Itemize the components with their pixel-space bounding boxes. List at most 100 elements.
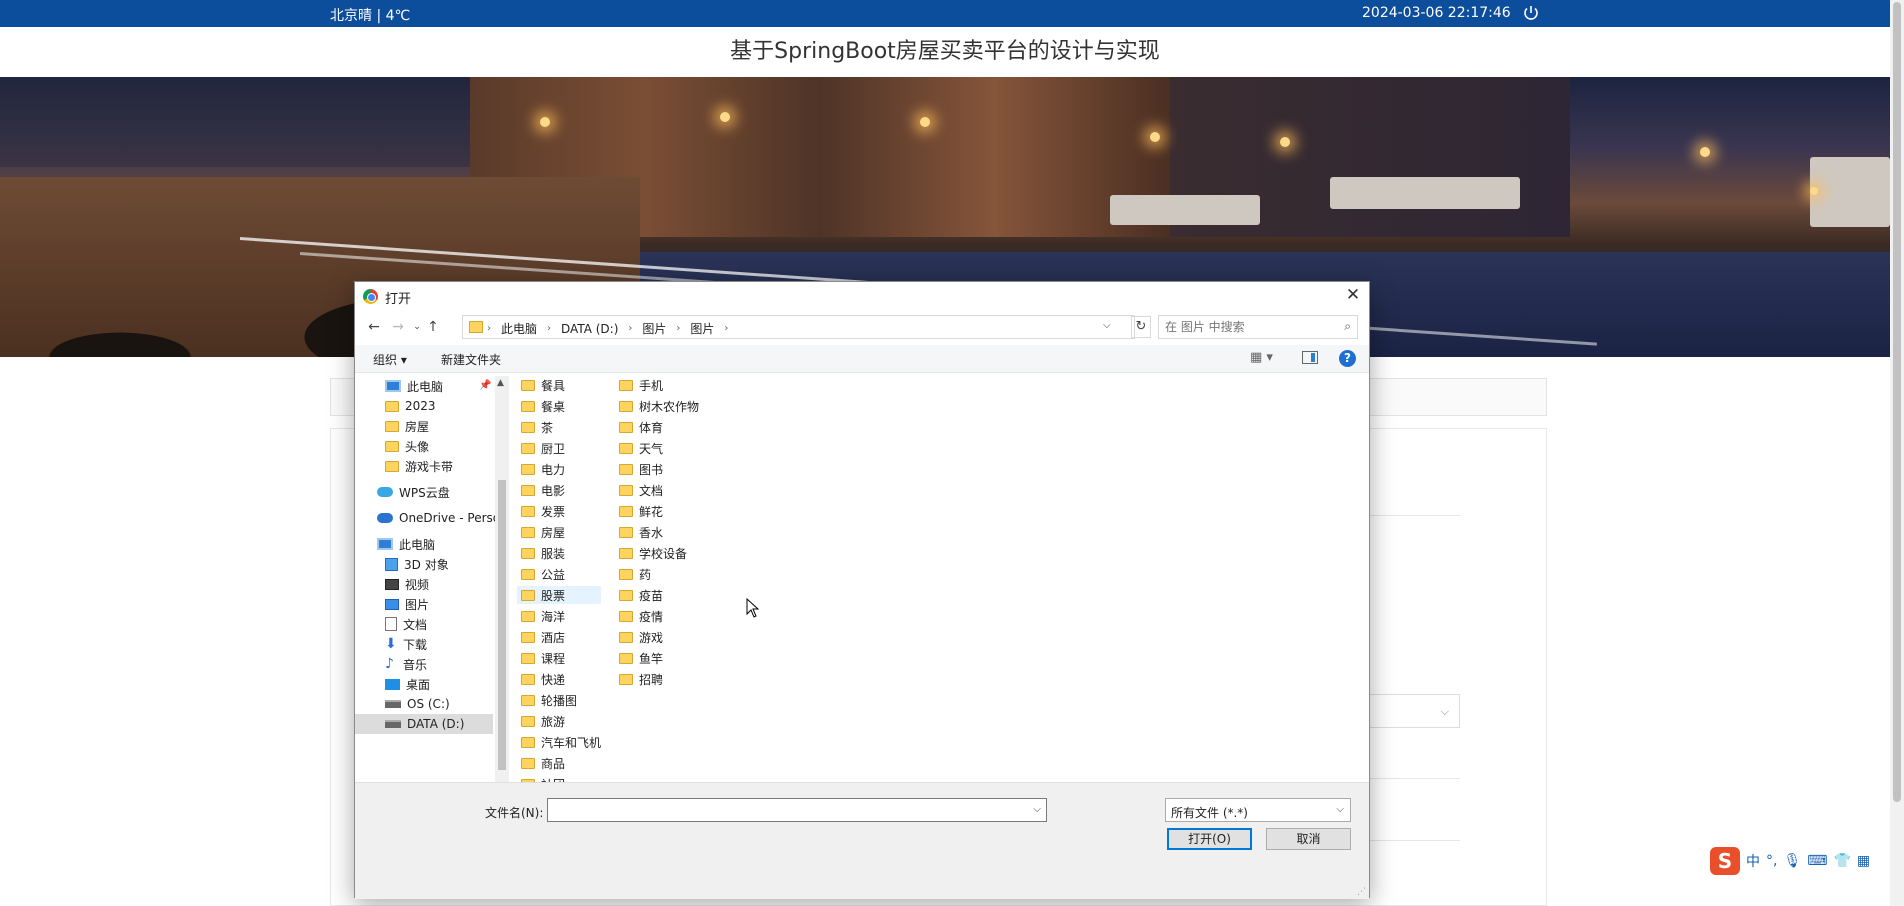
breadcrumb-item[interactable]: 图片	[642, 320, 666, 337]
folder-item[interactable]: 房屋	[517, 523, 565, 541]
nav-item-data-d[interactable]: DATA (D:)	[355, 714, 493, 734]
nav-item-pictures[interactable]: 图片	[385, 594, 429, 614]
folder-item[interactable]: 疫苗	[615, 586, 663, 604]
nav-item-avatars[interactable]: 头像	[385, 436, 429, 456]
scrollbar-thumb[interactable]	[498, 480, 506, 770]
nav-item-desktop[interactable]: 桌面	[385, 674, 430, 694]
nav-item-houses[interactable]: 房屋	[385, 416, 429, 436]
dialog-title-bar[interactable]: 打开 ✕	[355, 282, 1369, 310]
punctuation-icon[interactable]: °,	[1766, 853, 1777, 869]
address-bar[interactable]: › 此电脑 › DATA (D:) › 图片 › 图片 › ⌵	[462, 315, 1135, 339]
nav-item-videos[interactable]: 视频	[385, 574, 429, 594]
cancel-button[interactable]: 取消	[1266, 828, 1351, 850]
nav-item-this-pc-quick[interactable]: 此电脑 📌	[385, 376, 491, 396]
folder-item[interactable]: 快递	[517, 670, 565, 688]
folder-item[interactable]: 天气	[615, 439, 663, 457]
folder-item[interactable]: 旅游	[517, 712, 565, 730]
filename-combobox[interactable]: ⌵	[547, 798, 1047, 822]
open-button[interactable]: 打开(O)	[1167, 828, 1252, 850]
folder-item[interactable]: 服装	[517, 544, 565, 562]
nav-item-this-pc[interactable]: 此电脑	[377, 534, 435, 554]
folder-icon	[521, 757, 535, 769]
folder-item[interactable]: 图书	[615, 460, 663, 478]
back-arrow-icon[interactable]: ←	[365, 318, 383, 336]
folder-item-hovered[interactable]: 股票	[517, 586, 601, 604]
search-input[interactable]	[1165, 319, 1325, 335]
keyboard-icon[interactable]: ⌨	[1807, 853, 1827, 869]
folder-item[interactable]: 学校设备	[615, 544, 687, 562]
refresh-icon[interactable]: ↻	[1131, 316, 1151, 338]
folder-item[interactable]: 电力	[517, 460, 565, 478]
ime-toolbar[interactable]: S 中 °, 🎙 ⌨ 👕 ▦	[1710, 846, 1890, 876]
folder-item[interactable]: 餐具	[517, 376, 565, 394]
organize-button[interactable]: 组织 ▾	[373, 351, 407, 368]
folder-item[interactable]: 手机	[615, 376, 663, 394]
folder-item[interactable]: 茶	[517, 418, 553, 436]
help-icon[interactable]: ?	[1339, 350, 1356, 367]
nav-item-game-cartridges[interactable]: 游戏卡带	[385, 456, 453, 476]
folder-item[interactable]: 香水	[615, 523, 663, 541]
forward-arrow-icon[interactable]: →	[389, 318, 407, 336]
nav-item-label: 房屋	[405, 419, 430, 434]
ime-mode[interactable]: 中	[1746, 851, 1760, 871]
folder-icon	[619, 673, 633, 685]
folder-item[interactable]: 招聘	[615, 670, 663, 688]
power-icon[interactable]	[1522, 4, 1540, 22]
scrollbar-thumb[interactable]	[1893, 2, 1901, 802]
folder-item[interactable]: 公益	[517, 565, 565, 583]
folder-item[interactable]: 鲜花	[615, 502, 663, 520]
filename-input[interactable]	[552, 802, 1022, 818]
folder-item[interactable]: 课程	[517, 649, 565, 667]
filetype-select[interactable]: 所有文件 (*.*) ⌵	[1165, 798, 1351, 822]
preview-pane-icon[interactable]	[1302, 351, 1318, 364]
scroll-up-icon[interactable]: ▲	[497, 378, 504, 388]
nav-pane-scrollbar[interactable]: ▲ ▼	[495, 376, 509, 810]
page-scrollbar[interactable]	[1890, 0, 1904, 906]
folder-item[interactable]: 文档	[615, 481, 663, 499]
microphone-icon[interactable]: 🎙	[1783, 853, 1801, 869]
chevron-down-icon[interactable]: ⌵	[1033, 804, 1041, 815]
resize-grip-icon[interactable]: ⋰	[1357, 887, 1367, 897]
sogou-logo-icon[interactable]: S	[1710, 847, 1740, 875]
nav-item-downloads[interactable]: ⬇ 下载	[385, 634, 427, 654]
breadcrumb-item[interactable]: 图片	[690, 320, 714, 337]
nav-item-2023[interactable]: 2023	[385, 396, 436, 416]
folder-item[interactable]: 树木农作物	[615, 397, 699, 415]
nav-item-wps-cloud[interactable]: WPS云盘	[377, 482, 450, 502]
folder-item[interactable]: 餐桌	[517, 397, 565, 415]
nav-item-3d-objects[interactable]: 3D 对象	[385, 554, 449, 574]
folder-item[interactable]: 厨卫	[517, 439, 565, 457]
change-view-icon[interactable]: ▦ ▾	[1250, 350, 1273, 365]
pc-icon	[377, 538, 393, 550]
folder-item[interactable]: 汽车和飞机	[517, 733, 601, 751]
folder-item[interactable]: 游戏	[615, 628, 663, 646]
folder-item[interactable]: 商品	[517, 754, 565, 772]
breadcrumb-item[interactable]: DATA (D:)	[561, 322, 618, 336]
skin-icon[interactable]: 👕	[1833, 853, 1850, 869]
folder-item[interactable]: 体育	[615, 418, 663, 436]
folder-item[interactable]: 药	[615, 565, 651, 583]
folder-item[interactable]: 酒店	[517, 628, 565, 646]
nav-item-label: 文档	[403, 617, 428, 632]
breadcrumb-item[interactable]: 此电脑	[501, 320, 537, 337]
folder-item[interactable]: 电影	[517, 481, 565, 499]
close-icon[interactable]: ✕	[1343, 285, 1363, 305]
folder-icon	[385, 400, 399, 412]
address-dropdown-icon[interactable]: ⌵	[1103, 320, 1111, 331]
nav-item-music[interactable]: ♪ 音乐	[385, 654, 427, 674]
folder-item[interactable]: 海洋	[517, 607, 565, 625]
folder-item[interactable]: 疫情	[615, 607, 663, 625]
nav-item-documents[interactable]: 文档	[385, 614, 427, 634]
form-select[interactable]: ⌵	[1368, 694, 1460, 728]
nav-item-onedrive[interactable]: OneDrive - Perso	[377, 508, 495, 528]
command-bar: 组织 ▾ 新建文件夹 ▦ ▾ ?	[355, 345, 1369, 373]
folder-item[interactable]: 轮播图	[517, 691, 577, 709]
new-folder-button[interactable]: 新建文件夹	[441, 351, 501, 368]
menu-grid-icon[interactable]: ▦	[1857, 853, 1870, 869]
folder-item[interactable]: 鱼竿	[615, 649, 663, 667]
up-arrow-icon[interactable]: ↑	[424, 318, 442, 336]
search-field[interactable]: ⌕	[1158, 315, 1358, 339]
folder-label: 快递	[541, 672, 566, 687]
folder-item[interactable]: 发票	[517, 502, 565, 520]
nav-item-os-c[interactable]: OS (C:)	[385, 694, 450, 714]
